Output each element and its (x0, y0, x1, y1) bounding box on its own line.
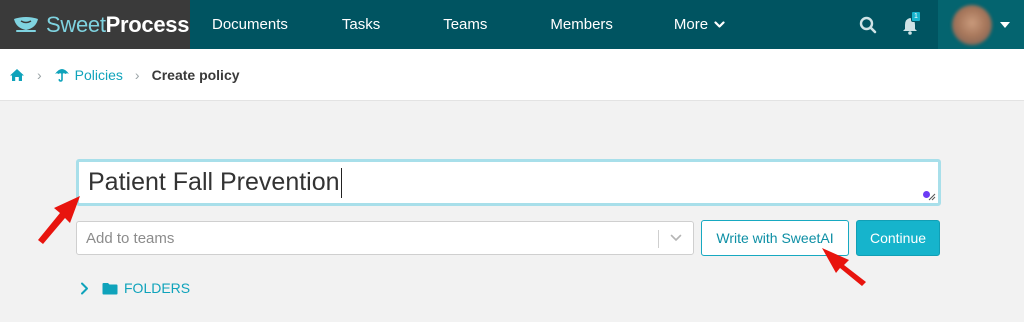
nav-right-tools: 1 (859, 0, 1024, 49)
breadcrumb-separator: › (37, 66, 42, 83)
breadcrumb-current: Create policy (151, 66, 240, 83)
umbrella-icon (54, 69, 69, 82)
nav-item-more[interactable]: More (674, 0, 725, 49)
policy-title-input[interactable]: Patient Fall Prevention (76, 159, 941, 206)
policy-title-value: Patient Fall Prevention (88, 168, 340, 196)
chevron-down-icon (714, 20, 725, 28)
nav-item-teams[interactable]: Teams (443, 0, 487, 49)
folder-icon (102, 282, 118, 294)
user-menu[interactable] (938, 0, 1024, 49)
brand-name-bold: Process (105, 11, 190, 37)
nav-item-documents[interactable]: Documents (212, 0, 288, 49)
top-navbar: SweetProcess Documents Tasks Teams Membe… (0, 0, 1024, 49)
brand-name-light: Sweet (46, 11, 106, 37)
breadcrumb-policies-label: Policies (74, 66, 123, 83)
text-cursor (340, 167, 342, 198)
teacup-logo-icon (14, 16, 38, 32)
notifications-button[interactable]: 1 (902, 10, 921, 35)
add-to-teams-placeholder: Add to teams (86, 229, 175, 247)
main-nav: Documents Tasks Teams Members More (190, 0, 725, 49)
add-to-teams-select[interactable]: Add to teams (76, 221, 694, 255)
nav-item-tasks[interactable]: Tasks (342, 0, 380, 49)
brand-name: SweetProcess (46, 12, 189, 38)
notification-badge: 1 (911, 10, 921, 22)
nav-item-members[interactable]: Members (550, 0, 613, 49)
nav-item-more-label: More (673, 16, 709, 33)
chevron-right-icon (81, 282, 88, 294)
chevron-down-icon[interactable] (670, 232, 682, 244)
breadcrumb-separator: › (134, 66, 140, 83)
annotation-arrow-left-icon (38, 196, 80, 244)
folders-toggle[interactable]: FOLDERS (80, 278, 190, 298)
breadcrumb-policies-link[interactable]: Policies (54, 67, 123, 83)
logo[interactable]: SweetProcess (0, 0, 190, 49)
resize-handle-icon[interactable] (927, 192, 936, 201)
annotation-arrow-right-icon (822, 248, 866, 286)
user-menu-caret-icon (1000, 21, 1010, 28)
select-divider (658, 230, 659, 248)
home-icon[interactable] (9, 68, 25, 82)
folders-label: FOLDERS (124, 280, 191, 296)
breadcrumb: › Policies › Create policy (0, 49, 1024, 101)
search-icon[interactable] (859, 16, 877, 34)
avatar (952, 4, 992, 45)
